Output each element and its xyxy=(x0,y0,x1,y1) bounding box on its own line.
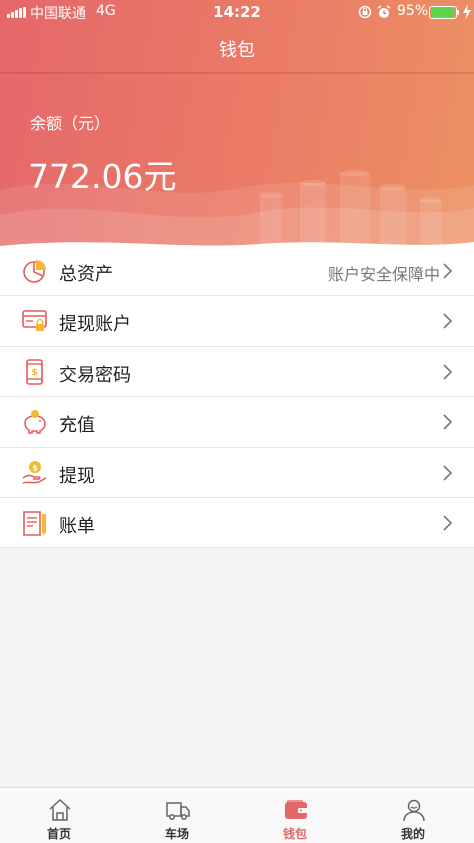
pie-chart-icon xyxy=(23,260,46,283)
menu-item-label: 账单 xyxy=(59,515,95,537)
tab-home[interactable]: 首页 xyxy=(0,788,118,843)
page-title: 钱包 xyxy=(219,40,255,61)
battery-icon xyxy=(429,6,457,19)
truck-icon xyxy=(166,802,190,820)
hand-coin-icon: $ xyxy=(22,460,47,484)
security-note: 账户安全保障中 xyxy=(327,265,440,284)
balance-label: 余额（元） xyxy=(30,114,111,133)
menu-item-total-assets[interactable]: 总资产 账户安全保障中 xyxy=(0,246,474,297)
svg-text:$: $ xyxy=(31,368,37,378)
phone-dollar-icon: $ xyxy=(26,358,43,385)
battery-percent: 95% xyxy=(397,3,429,19)
menu-item-label: 充值 xyxy=(59,415,95,437)
menu-item-label: 交易密码 xyxy=(59,364,131,386)
alarm-icon xyxy=(377,5,391,18)
card-lock-icon xyxy=(22,310,47,332)
battery-fill xyxy=(431,8,453,17)
tab-parking[interactable]: 车场 xyxy=(118,788,236,843)
tab-profile[interactable]: 我的 xyxy=(354,788,472,843)
wallet-menu: 总资产 账户安全保障中 提现账户 $ 交易密码 充值 $ 提现 账单 xyxy=(0,246,474,549)
bottom-tab-bar: 首页 车场 钱包 我的 xyxy=(0,787,474,843)
chevron-right-icon xyxy=(443,364,452,380)
chevron-right-icon xyxy=(443,414,452,430)
tab-label: 首页 xyxy=(46,827,71,841)
menu-item-label: 提现 xyxy=(59,465,95,487)
svg-text:$: $ xyxy=(32,463,38,472)
menu-item-bill[interactable]: 账单 xyxy=(0,498,474,549)
bill-icon xyxy=(23,511,46,536)
chevron-right-icon xyxy=(443,263,452,279)
menu-item-trade-password[interactable]: $ 交易密码 xyxy=(0,347,474,398)
rotation-lock-icon xyxy=(358,5,372,19)
menu-item-label: 总资产 xyxy=(59,264,113,285)
battery-cap xyxy=(457,10,459,15)
tab-wallet[interactable]: 钱包 xyxy=(236,788,354,843)
home-icon xyxy=(49,798,71,821)
menu-item-recharge[interactable]: 充值 xyxy=(0,397,474,448)
status-bar: 中国联通 4G 14:22 95% xyxy=(0,0,474,24)
tab-label: 车场 xyxy=(164,827,189,841)
balance-amount: 772.06元 xyxy=(28,157,177,196)
chevron-right-icon xyxy=(443,464,452,481)
header-divider xyxy=(0,72,474,74)
chevron-right-icon xyxy=(443,515,452,531)
charging-bolt-icon xyxy=(463,4,471,20)
menu-item-withdraw-account[interactable]: 提现账户 xyxy=(0,296,474,347)
chevron-right-icon xyxy=(443,313,452,329)
piggy-bank-icon xyxy=(24,410,46,434)
menu-item-withdraw[interactable]: $ 提现 xyxy=(0,448,474,498)
tab-label: 我的 xyxy=(400,827,425,841)
wallet-icon xyxy=(285,800,307,819)
tab-label: 钱包 xyxy=(282,827,307,841)
menu-item-label: 提现账户 xyxy=(59,314,131,336)
user-icon xyxy=(403,799,425,822)
